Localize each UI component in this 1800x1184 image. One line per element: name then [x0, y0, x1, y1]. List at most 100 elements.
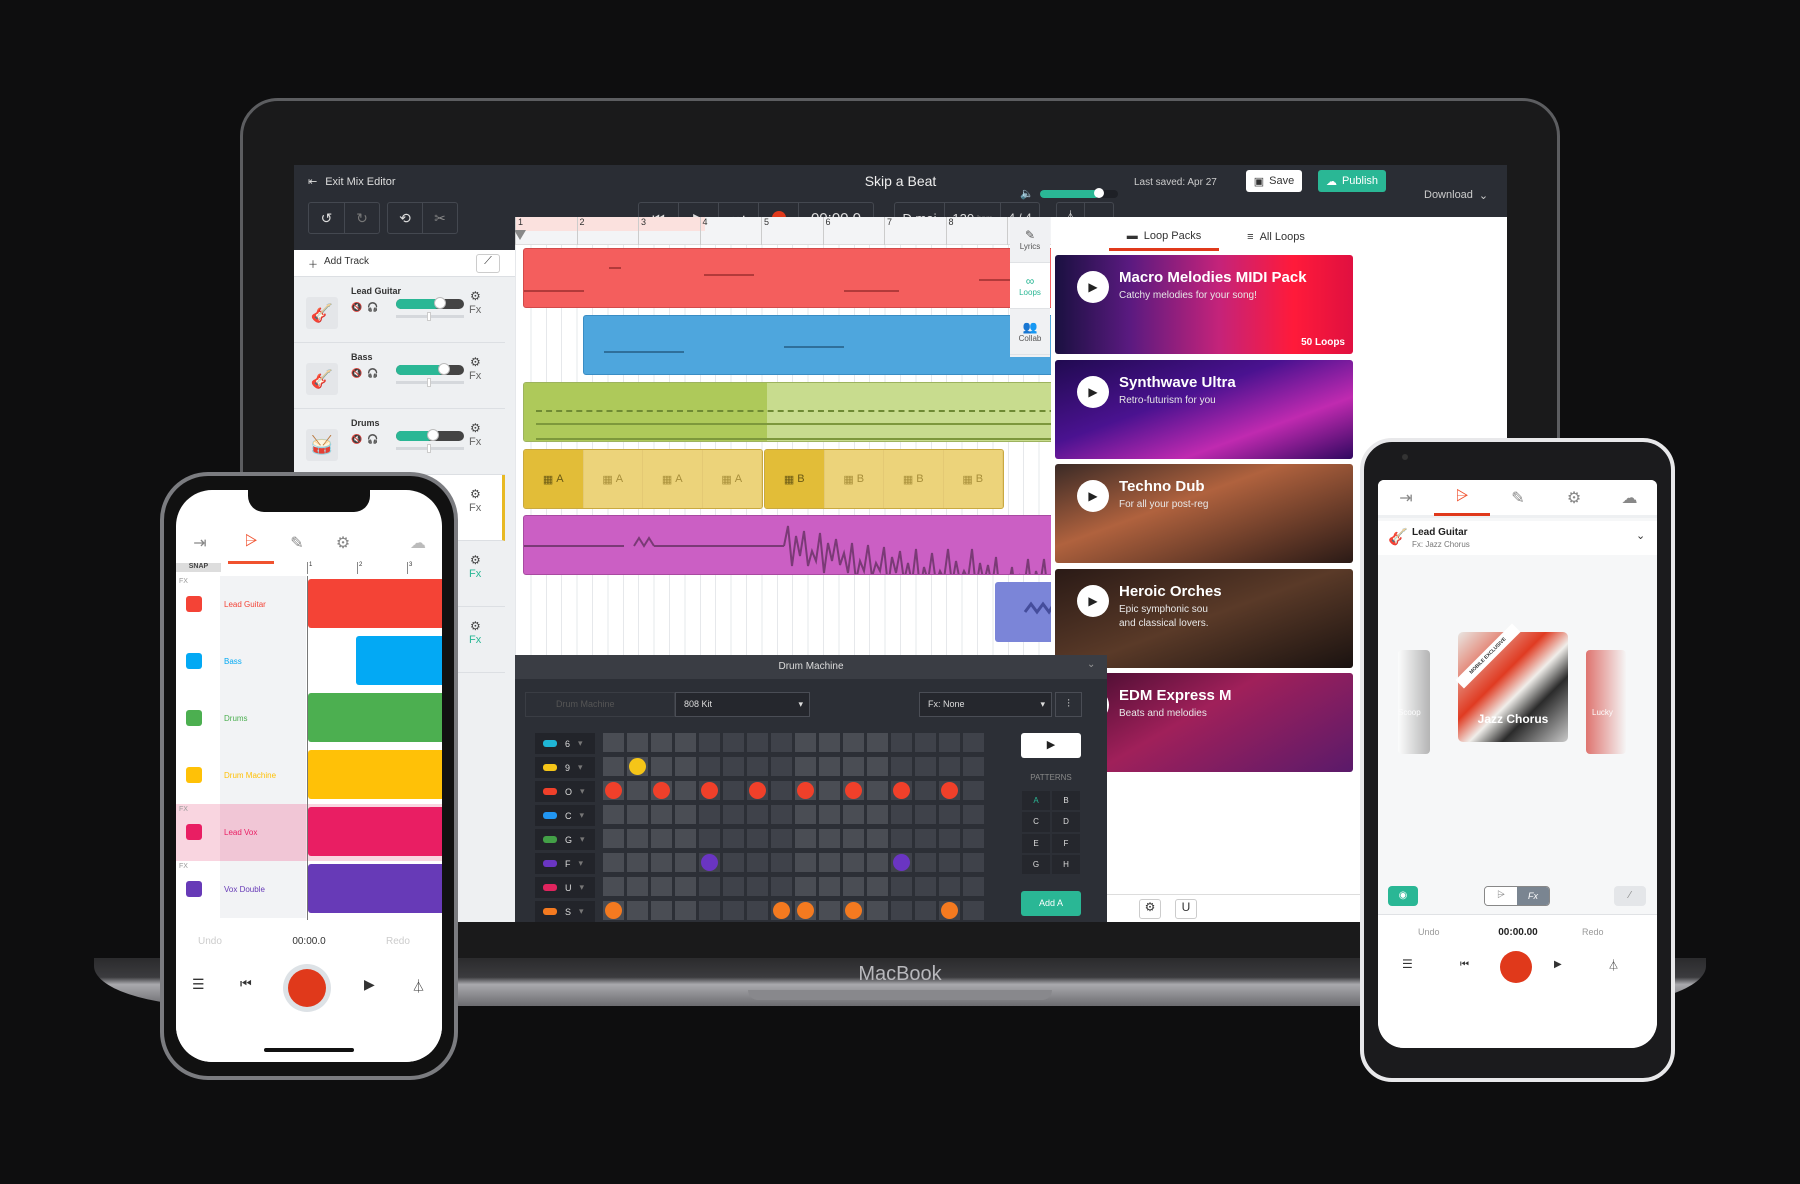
- step-cell[interactable]: [699, 805, 720, 824]
- step-cell[interactable]: [795, 733, 816, 752]
- drum-row-label[interactable]: O ▾: [535, 781, 595, 802]
- pan-slider[interactable]: [396, 378, 464, 387]
- step-cell[interactable]: [723, 853, 744, 872]
- step-cell[interactable]: [939, 901, 960, 920]
- undo-button[interactable]: ↺: [309, 203, 345, 233]
- master-volume-knob[interactable]: [1093, 188, 1104, 198]
- fx-button[interactable]: Fx: [469, 568, 481, 580]
- step-cell[interactable]: [819, 877, 840, 896]
- step-cell[interactable]: [699, 781, 720, 800]
- volume-knob[interactable]: [433, 297, 446, 309]
- pattern-button[interactable]: F: [1051, 832, 1081, 854]
- drums-clip[interactable]: [523, 382, 1113, 442]
- mixer-icon[interactable]: ☰: [1402, 957, 1413, 971]
- step-cell[interactable]: [795, 757, 816, 776]
- step-cell[interactable]: [627, 829, 648, 848]
- gear-icon[interactable]: ⚙: [470, 289, 481, 303]
- master-volume-slider[interactable]: [1040, 188, 1118, 198]
- step-cell[interactable]: [651, 853, 672, 872]
- step-cell[interactable]: [843, 781, 864, 800]
- tab-exit[interactable]: ⇥: [1378, 480, 1434, 516]
- save-button[interactable]: ▣ Save: [1246, 170, 1302, 192]
- loop-pack-card[interactable]: ▶ Macro Melodies MIDI Pack Catchy melodies…: [1055, 255, 1353, 354]
- play-button[interactable]: ▶: [1077, 480, 1109, 512]
- iphone-track-row[interactable]: Bass: [176, 633, 442, 690]
- track-clip[interactable]: [308, 693, 442, 742]
- step-cell[interactable]: [675, 901, 696, 920]
- automation-button[interactable]: ⟋: [476, 254, 500, 273]
- drum-pattern-clip[interactable]: ▦ A ▦ A ▦ A ▦ A: [523, 449, 763, 509]
- step-cell[interactable]: [963, 877, 984, 896]
- step-cell[interactable]: [915, 901, 936, 920]
- step-cell[interactable]: [651, 901, 672, 920]
- fx-button[interactable]: Fx: [469, 634, 481, 646]
- mixer-icon[interactable]: ☰: [192, 976, 205, 993]
- step-cell[interactable]: [867, 805, 888, 824]
- redo-button[interactable]: Redo: [1582, 927, 1604, 937]
- mixer-button[interactable]: ⫶: [1055, 692, 1082, 717]
- step-cell[interactable]: [963, 757, 984, 776]
- step-cell[interactable]: [843, 733, 864, 752]
- track-header[interactable]: 🎸 Bass 🔇🎧 ⚙ Fx: [294, 343, 505, 409]
- step-cell[interactable]: [699, 877, 720, 896]
- step-cell[interactable]: [939, 853, 960, 872]
- step-cell[interactable]: [723, 757, 744, 776]
- step-cell[interactable]: [963, 829, 984, 848]
- step-cell[interactable]: [771, 829, 792, 848]
- step-cell[interactable]: [891, 781, 912, 800]
- pattern-button[interactable]: A: [1021, 790, 1051, 812]
- drum-row-label[interactable]: 6 ▾: [535, 733, 595, 754]
- step-cell[interactable]: [891, 853, 912, 872]
- drum-row-label[interactable]: U ▾: [535, 877, 595, 898]
- gear-icon[interactable]: ⚙: [470, 553, 481, 567]
- drum-row-label[interactable]: S ▾: [535, 901, 595, 922]
- play-button[interactable]: ▶: [1077, 584, 1109, 617]
- tab-tracks[interactable]: ⩥: [228, 522, 274, 564]
- iphone-track-row[interactable]: FX Lead Vox: [176, 804, 442, 861]
- step-cell[interactable]: [603, 805, 624, 824]
- pattern-button[interactable]: C: [1021, 811, 1051, 833]
- effect-card-lucky[interactable]: Lucky: [1586, 650, 1626, 754]
- step-cell[interactable]: [771, 733, 792, 752]
- step-cell[interactable]: [843, 901, 864, 920]
- playhead[interactable]: [307, 576, 308, 920]
- undo-button[interactable]: Undo: [1418, 927, 1440, 937]
- step-cell[interactable]: [795, 829, 816, 848]
- step-cell[interactable]: [867, 781, 888, 800]
- step-cell[interactable]: [675, 757, 696, 776]
- step-cell[interactable]: [819, 781, 840, 800]
- gear-icon[interactable]: ⚙: [470, 355, 481, 369]
- pattern-button[interactable]: H: [1051, 853, 1081, 875]
- step-cell[interactable]: [651, 781, 672, 800]
- step-cell[interactable]: [747, 877, 768, 896]
- loop-button[interactable]: ⟲: [388, 203, 423, 233]
- tab-edit[interactable]: ✎: [274, 522, 320, 564]
- mute-icon[interactable]: 🔇: [351, 368, 367, 378]
- step-cell[interactable]: [651, 733, 672, 752]
- download-menu[interactable]: Download ⌄: [1424, 189, 1488, 202]
- step-cell[interactable]: [819, 733, 840, 752]
- step-cell[interactable]: [603, 901, 624, 920]
- step-cell[interactable]: [939, 733, 960, 752]
- step-cell[interactable]: [771, 877, 792, 896]
- volume-slider[interactable]: [396, 363, 464, 375]
- fx-select[interactable]: Fx: None ▾: [919, 692, 1052, 717]
- step-cell[interactable]: [939, 757, 960, 776]
- pattern-button[interactable]: B: [1051, 790, 1081, 812]
- magic-wand-button[interactable]: ⁄: [1614, 886, 1646, 906]
- tab-upload[interactable]: ☁: [398, 522, 438, 564]
- pattern-play-button[interactable]: ▶: [1021, 733, 1081, 758]
- pattern-button[interactable]: G: [1021, 853, 1051, 875]
- tab-settings[interactable]: ⚙: [320, 522, 366, 564]
- step-cell[interactable]: [867, 877, 888, 896]
- tab-collab[interactable]: 👥 Collab: [1010, 309, 1050, 355]
- headphones-icon[interactable]: 🎧: [367, 434, 383, 444]
- step-cell[interactable]: [675, 781, 696, 800]
- step-cell[interactable]: [675, 733, 696, 752]
- settings-button[interactable]: ⚙: [1139, 899, 1161, 919]
- play-button[interactable]: ▶: [1077, 375, 1109, 408]
- step-cell[interactable]: [843, 829, 864, 848]
- step-cell[interactable]: [675, 829, 696, 848]
- track-header[interactable]: 🎸 Lead Guitar 🔇🎧 ⚙ Fx: [294, 277, 505, 343]
- step-cell[interactable]: [867, 829, 888, 848]
